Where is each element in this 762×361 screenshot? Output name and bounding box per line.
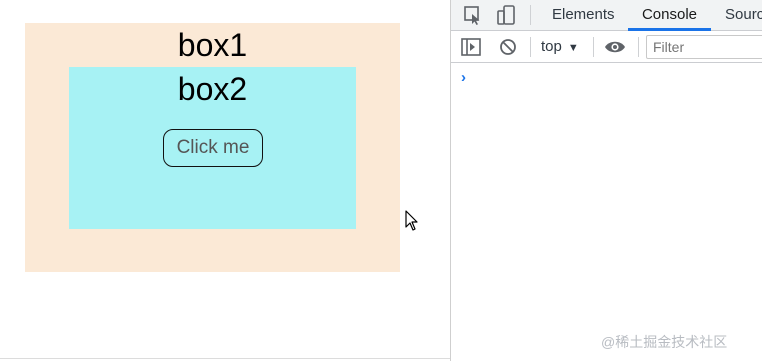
clear-console-icon[interactable]: [497, 36, 519, 58]
separator: [530, 5, 531, 25]
watermark: @稀土掘金技术社区: [601, 334, 728, 350]
context-label: top: [541, 38, 562, 55]
box1-label: box1: [177, 27, 248, 63]
tab-elements[interactable]: Elements: [552, 0, 615, 31]
device-toolbar-icon[interactable]: [495, 4, 517, 26]
dropdown-arrow-icon: ▼: [567, 42, 579, 54]
inspect-element-icon[interactable]: [462, 4, 484, 26]
box2-label: box2: [177, 71, 248, 107]
separator: [638, 37, 639, 57]
mouse-cursor-icon: [405, 210, 418, 231]
sidebar-toggle-icon[interactable]: [460, 36, 482, 58]
context-selector[interactable]: top ▼: [541, 38, 579, 55]
devtools-panel: Elements Console Sourc top ▼ › @稀土掘金技术社区: [450, 0, 762, 361]
separator: [530, 37, 531, 57]
console-prompt[interactable]: ›: [461, 69, 466, 86]
devtools-tabbar: Elements Console Sourc: [451, 0, 762, 31]
tab-console[interactable]: Console: [628, 0, 711, 31]
filter-input[interactable]: [646, 35, 762, 59]
eye-icon[interactable]: [604, 36, 626, 58]
divider: [0, 358, 450, 359]
page-viewport: box1 box2 Click me: [0, 0, 450, 361]
separator: [593, 37, 594, 57]
box1[interactable]: box1 box2 Click me: [25, 23, 400, 272]
box2[interactable]: box2 Click me: [69, 67, 356, 229]
console-toolbar: top ▼: [451, 31, 762, 63]
tab-sources[interactable]: Sourc: [725, 0, 762, 31]
click-me-button[interactable]: Click me: [163, 129, 263, 167]
